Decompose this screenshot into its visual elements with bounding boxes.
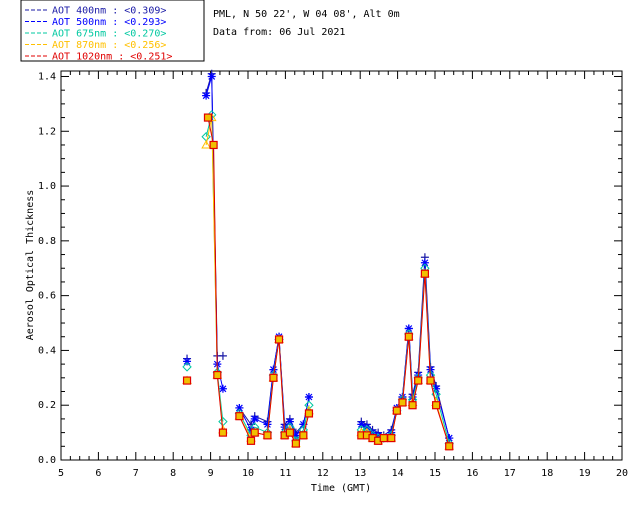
legend-entry: AOT 870nm : <0.256> [52, 40, 166, 51]
data-point-marker [213, 370, 222, 380]
data-point-marker [414, 376, 423, 385]
series-line [361, 268, 450, 444]
y-tick-label: 1.2 [38, 126, 56, 137]
y-tick-label: 0.4 [38, 345, 56, 356]
legend: AOT 400nm : <0.309>AOT 500nm : <0.293>AO… [20, 0, 205, 63]
series-1 [183, 72, 454, 443]
legend-entry: AOT 500nm : <0.293> [52, 17, 166, 28]
x-tick-label: 10 [242, 468, 254, 479]
series-line [238, 339, 310, 442]
series-line [361, 257, 450, 439]
y-tick-label: 0.6 [38, 291, 56, 302]
x-tick-label: 7 [133, 468, 139, 479]
series-line [238, 336, 310, 434]
site-info: PML, N 50 22', W 04 08', Alt 0m [213, 9, 400, 20]
plot-frame [60, 70, 623, 461]
data-point-marker [379, 433, 388, 443]
data-point-marker [218, 384, 227, 393]
data-point-marker [274, 335, 284, 344]
data-point-marker [420, 258, 429, 267]
x-axis: 5 6 7 8 9 10 11 12 13 14 15 16 17 18 19 20 [58, 71, 628, 479]
series-line [207, 117, 224, 433]
series-0 [183, 69, 454, 443]
data-point-marker [426, 376, 435, 385]
data-point-marker [420, 269, 430, 278]
x-tick-label: 15 [429, 468, 441, 479]
data-point-marker [202, 91, 211, 100]
data-point-marker [269, 373, 278, 382]
y-tick-label: 1.0 [38, 181, 56, 192]
data-point-marker [404, 332, 413, 341]
data-point-marker [209, 140, 218, 150]
legend-entry: AOT 400nm : <0.309> [52, 6, 166, 17]
data-point-marker [235, 412, 244, 421]
data-point-marker [445, 442, 454, 451]
data-point-marker [263, 431, 272, 440]
x-tick-label: 19 [579, 468, 591, 479]
data-point-marker [299, 431, 308, 440]
data-point-marker [182, 376, 192, 385]
x-tick-label: 17 [504, 468, 516, 479]
series-line [361, 273, 450, 447]
x-tick-label: 12 [317, 468, 329, 479]
x-tick-label: 9 [208, 468, 214, 479]
data-point-marker [250, 414, 259, 423]
y-tick-label: 0.8 [38, 236, 56, 247]
legend-entry: AOT 1020nm : <0.251> [52, 52, 172, 63]
y-axis-label: Aerosol Optical Thickness [25, 190, 36, 341]
x-axis-label: Time (GMT) [311, 483, 371, 494]
data-point-marker [392, 406, 401, 415]
data-point-marker [398, 398, 407, 407]
data-point-marker [404, 324, 413, 333]
x-tick-label: 8 [170, 468, 176, 479]
x-tick-label: 14 [392, 468, 404, 479]
legend-entry: AOT 675nm : <0.270> [52, 29, 166, 40]
x-tick-label: 11 [279, 468, 291, 479]
y-tick-label: 1.4 [38, 71, 56, 82]
data-point-marker [235, 403, 244, 412]
x-tick-label: 18 [541, 468, 553, 479]
data-point-marker [387, 433, 396, 443]
date-info: Data from: 06 Jul 2021 [213, 27, 345, 38]
y-tick-label: 0.2 [38, 400, 56, 411]
data-point-marker [201, 132, 211, 142]
data-point-marker [304, 392, 313, 401]
data-point-marker [304, 409, 314, 418]
series-line [205, 117, 224, 430]
data-point-marker [250, 428, 259, 437]
x-tick-label: 16 [466, 468, 478, 479]
y-axis: 0.0 0.2 0.4 0.6 0.8 1.0 1.2 1.4 [38, 71, 622, 466]
series-layer [182, 69, 455, 451]
data-point-marker [285, 428, 294, 437]
series-line [361, 262, 450, 439]
data-point-marker [218, 428, 228, 437]
x-tick-label: 5 [58, 468, 64, 479]
data-point-marker [246, 436, 256, 445]
data-point-marker [207, 72, 216, 81]
x-tick-label: 6 [95, 468, 101, 479]
aot-chart: AOT 400nm : <0.309>AOT 500nm : <0.293>AO… [20, 0, 628, 494]
data-point-marker [183, 357, 192, 366]
data-point-marker [203, 113, 213, 122]
data-point-marker [432, 401, 441, 410]
series-line [238, 336, 310, 437]
data-point-marker [263, 420, 272, 429]
series-line [361, 273, 450, 447]
x-tick-label: 13 [354, 468, 366, 479]
data-point-marker [291, 439, 300, 448]
series-4 [182, 113, 454, 451]
data-point-marker [285, 417, 294, 426]
y-tick-label: 0.0 [38, 455, 56, 466]
x-tick-label: 20 [616, 468, 628, 479]
data-point-marker [408, 401, 417, 410]
data-point-marker [218, 351, 227, 360]
